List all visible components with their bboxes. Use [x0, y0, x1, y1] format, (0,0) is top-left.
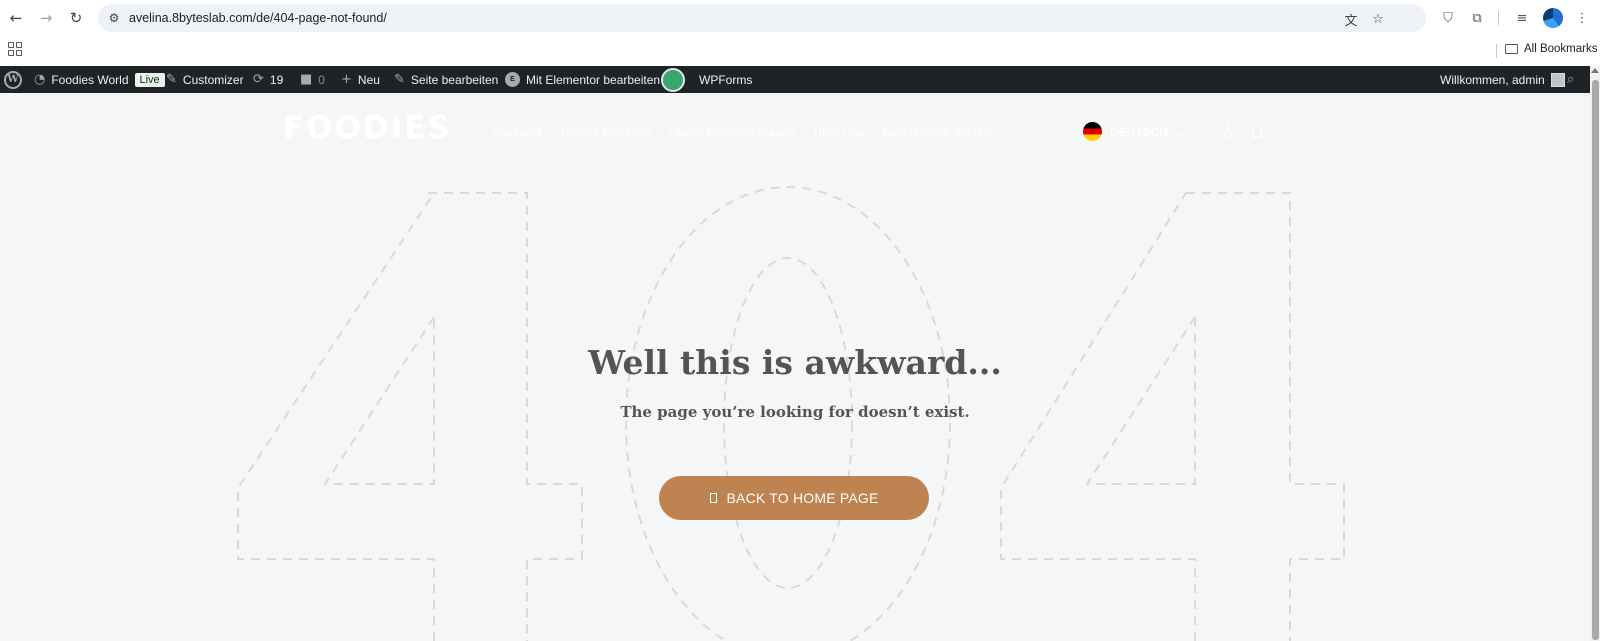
- all-bookmarks-label: All Bookmarks: [1524, 43, 1598, 55]
- bookmark-star-icon[interactable]: ☆: [1369, 10, 1387, 28]
- new-label: Neu: [357, 72, 380, 87]
- wpforms-label: WPForms: [699, 72, 753, 87]
- chevron-down-icon: ⌄: [1176, 124, 1187, 139]
- profile-avatar[interactable]: [1543, 8, 1563, 28]
- apps-grid-icon[interactable]: [8, 42, 22, 56]
- page-content: FOODIES Startseite Unsere Produkte Häufi…: [0, 93, 1590, 641]
- elementor-icon: E: [505, 72, 520, 87]
- customizer-link[interactable]: ✎ Customizer: [166, 66, 244, 93]
- all-bookmarks-button[interactable]: All Bookmarks: [1505, 43, 1598, 55]
- toolbar-separator: [1498, 11, 1499, 25]
- dashboard-icon: ◔: [34, 72, 46, 87]
- reload-icon[interactable]: ↻: [64, 6, 88, 30]
- german-flag-icon: [1083, 122, 1102, 141]
- nav-item-products[interactable]: Unsere Produkte: [561, 125, 651, 139]
- edit-page-link[interactable]: ✎ Seite bearbeiten: [394, 66, 498, 93]
- bookmarks-bar: All Bookmarks: [0, 36, 1600, 66]
- site-name-label: Foodies World: [51, 72, 129, 87]
- menu-kebab-icon[interactable]: ⋮: [1572, 8, 1592, 28]
- main-navigation: Startseite Unsere Produkte Häufig Gestel…: [492, 125, 993, 139]
- back-to-home-button[interactable]: BACK TO HOME PAGE: [659, 476, 929, 520]
- site-logo[interactable]: FOODIES: [283, 110, 452, 146]
- browser-toolbar: ← → ↻ ⚙ avelina.8byteslab.com/de/404-pag…: [0, 0, 1600, 36]
- language-label: DEUTSCH: [1110, 124, 1169, 139]
- new-content-link[interactable]: + Neu: [341, 66, 380, 93]
- site-name-link[interactable]: ◔ Foodies World Live: [34, 66, 165, 93]
- address-bar[interactable]: ⚙ avelina.8byteslab.com/de/404-page-not-…: [98, 4, 1426, 32]
- updates-link[interactable]: ⟳ 19: [253, 66, 283, 93]
- translate-icon[interactable]: 文: [1342, 10, 1360, 29]
- nav-item-about[interactable]: Über Uns: [813, 125, 864, 139]
- nav-item-contact[interactable]: Kontaktieren Sie uns: [882, 125, 993, 139]
- elementor-edit-link[interactable]: E Mit Elementor bearbeiten: [505, 66, 660, 93]
- error-title: Well this is awkward...: [588, 343, 1002, 382]
- cart-icon[interactable]: ⊔: [1247, 123, 1267, 143]
- updates-count: 19: [269, 72, 284, 87]
- wp-logo-button[interactable]: W: [4, 66, 22, 93]
- wordpress-icon: W: [4, 70, 22, 89]
- error-subtitle: The page you’re looking for doesn’t exis…: [620, 403, 970, 421]
- media-controls-icon[interactable]: ≡: [1512, 8, 1532, 28]
- forward-icon[interactable]: →: [34, 6, 58, 30]
- brush-icon: ✎: [166, 72, 177, 87]
- url-text: avelina.8byteslab.com/de/404-page-not-fo…: [129, 11, 387, 25]
- search-icon[interactable]: ○: [1278, 123, 1298, 143]
- arrow-icon: [709, 493, 717, 503]
- wpforms-mascot-icon: [661, 67, 685, 92]
- account-icon[interactable]: ♙: [1218, 123, 1238, 143]
- wpforms-link[interactable]: WPForms: [661, 66, 752, 93]
- updates-icon: ⟳: [253, 72, 264, 87]
- back-icon[interactable]: ←: [4, 6, 28, 30]
- extensions-icon[interactable]: ⧉: [1467, 8, 1487, 28]
- scroll-up-arrow-icon[interactable]: [1591, 68, 1599, 73]
- comments-link[interactable]: ■ 0: [300, 66, 325, 93]
- nav-item-home[interactable]: Startseite: [492, 125, 543, 139]
- pencil-icon: ✎: [394, 72, 405, 87]
- search-icon: ⌕: [1567, 72, 1575, 87]
- bookmarks-separator: [1496, 44, 1497, 58]
- customizer-label: Customizer: [182, 72, 244, 87]
- site-info-icon[interactable]: ⚙: [106, 10, 122, 26]
- admin-search-button[interactable]: ⌕: [1567, 66, 1574, 93]
- edit-page-label: Seite bearbeiten: [410, 72, 499, 87]
- folder-icon: [1505, 44, 1518, 54]
- shield-extension-icon[interactable]: ⛉: [1438, 8, 1458, 28]
- my-account-link[interactable]: Willkommen, admin: [1440, 66, 1565, 93]
- elementor-edit-label: Mit Elementor bearbeiten: [526, 72, 661, 87]
- nav-item-faq[interactable]: Häufig Gestellte Fragen: [669, 125, 796, 139]
- plus-icon: +: [341, 72, 352, 87]
- welcome-label: Willkommen, admin: [1440, 72, 1545, 87]
- admin-avatar: [1550, 72, 1565, 87]
- back-to-home-label: BACK TO HOME PAGE: [726, 490, 879, 506]
- language-switcher[interactable]: DEUTSCH ⌄: [1083, 122, 1186, 141]
- cart-count: 0: [1255, 117, 1260, 126]
- comments-count: 0: [318, 72, 325, 87]
- comment-icon: ■: [300, 72, 313, 87]
- live-badge: Live: [134, 72, 165, 87]
- wp-admin-bar: W ◔ Foodies World Live ✎ Customizer ⟳ 19…: [0, 66, 1600, 93]
- scrollbar-thumb[interactable]: [1592, 80, 1599, 640]
